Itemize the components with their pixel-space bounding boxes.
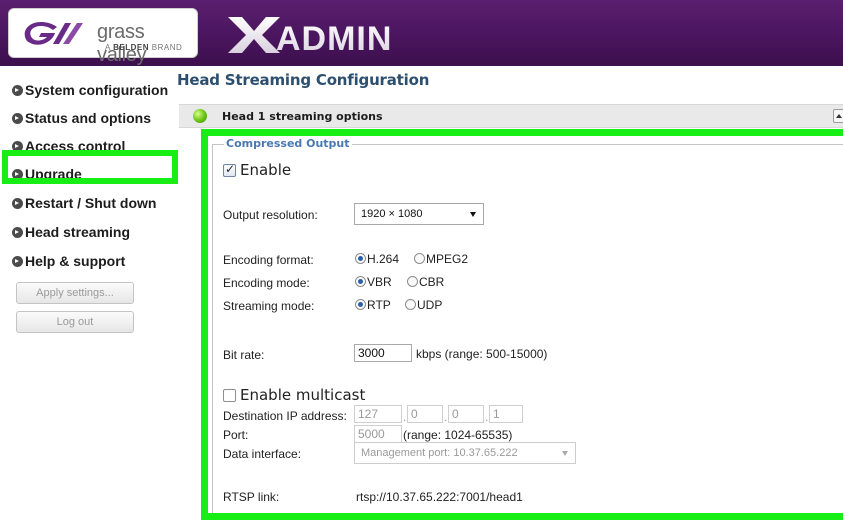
radio-rtp[interactable] — [355, 299, 366, 310]
port-input[interactable]: 5000 — [354, 425, 402, 443]
sidebar-item-label: System configuration — [25, 82, 169, 98]
ip-dot-separator: . — [403, 410, 407, 424]
sidebar-item-system-configuration[interactable]: System configuration — [12, 80, 168, 100]
destination-ip-label: Destination IP address: — [223, 409, 347, 423]
ip-octet-1-input[interactable]: 127 — [354, 405, 402, 423]
grass-valley-logo: grass valley A BELDEN BRAND — [8, 8, 198, 66]
sidebar-item-head-streaming[interactable]: Head streaming — [12, 222, 130, 242]
logout-button[interactable]: Log out — [16, 311, 134, 333]
sidebar-item-restart-shut-down[interactable]: Restart / Shut down — [12, 193, 156, 213]
ip-octet-3-input[interactable]: 0 — [448, 405, 484, 423]
app-header: grass valley A BELDEN BRAND ADMIN — [0, 0, 843, 66]
bullet-arrow-icon — [12, 197, 23, 209]
radio-cbr[interactable] — [407, 276, 418, 287]
radio-mpeg2-label: MPEG2 — [426, 252, 469, 266]
xadmin-logo: ADMIN — [228, 17, 392, 57]
bullet-arrow-icon — [12, 84, 23, 96]
section-title: Head 1 streaming options — [222, 110, 383, 123]
sidebar-item-status-and-options[interactable]: Status and options — [12, 108, 151, 128]
sidebar-item-label: Head streaming — [25, 224, 131, 240]
radio-udp[interactable] — [405, 299, 416, 310]
ip-dot-separator: . — [444, 410, 448, 424]
svg-text:ADMIN: ADMIN — [276, 20, 392, 57]
rtsp-link-label: RTSP link: — [223, 490, 280, 504]
rtsp-link-value: rtsp://10.37.65.222:7001/head1 — [356, 490, 523, 504]
bullet-arrow-icon — [12, 112, 23, 124]
chevron-down-icon — [562, 451, 568, 456]
green-status-dot-icon — [193, 109, 207, 123]
radio-vbr-label: VBR — [367, 275, 392, 289]
data-interface-label: Data interface: — [223, 447, 302, 461]
enable-checkbox[interactable] — [223, 162, 236, 177]
sidebar-item-label: Help & support — [25, 253, 126, 269]
bullet-arrow-icon — [12, 226, 23, 238]
output-resolution-label: Output resolution: — [223, 208, 318, 222]
bit-rate-unit: kbps (range: 500-15000) — [416, 347, 548, 361]
port-range: (range: 1024-65535) — [403, 428, 513, 442]
radio-mpeg2[interactable] — [414, 253, 425, 264]
radio-h264[interactable] — [355, 253, 366, 264]
grass-valley-logo-icon — [24, 22, 83, 45]
logo-subtitle: A BELDEN BRAND — [105, 43, 183, 52]
encoding-mode-label: Encoding mode: — [223, 276, 310, 290]
radio-vbr[interactable] — [355, 276, 366, 287]
data-interface-select[interactable]: Management port: 10.37.65.222 — [354, 442, 576, 464]
data-interface-value: Management port: 10.37.65.222 — [361, 447, 518, 459]
enable-multicast-checkbox[interactable] — [223, 389, 236, 402]
radio-rtp-label: RTP — [367, 298, 391, 312]
enable-multicast-label: Enable multicast — [240, 386, 366, 404]
collapse-icon[interactable] — [833, 109, 843, 123]
sidebar-item-label: Status and options — [25, 110, 151, 126]
radio-h264-label: H.264 — [367, 252, 400, 266]
ip-octet-2-input[interactable]: 0 — [407, 405, 443, 423]
sidebar-item-label: Restart / Shut down — [25, 195, 157, 211]
streaming-mode-label: Streaming mode: — [223, 299, 315, 313]
page-title: Head Streaming Configuration — [177, 71, 430, 89]
enable-label: Enable — [240, 161, 292, 179]
ip-octet-4-input[interactable]: 1 — [489, 405, 523, 423]
chevron-down-icon — [470, 212, 476, 217]
output-resolution-value: 1920 × 1080 — [361, 208, 423, 220]
sidebar-item-help-support[interactable]: Help & support — [12, 251, 125, 271]
encoding-format-label: Encoding format: — [223, 253, 314, 267]
radio-cbr-label: CBR — [419, 275, 445, 289]
apply-settings-button[interactable]: Apply settings... — [16, 282, 134, 304]
bit-rate-input[interactable]: 3000 — [354, 344, 412, 362]
selected-nav-highlight — [2, 150, 178, 184]
port-label: Port: — [223, 428, 249, 442]
bit-rate-label: Bit rate: — [223, 348, 265, 362]
bullet-arrow-icon — [12, 255, 23, 267]
radio-udp-label: UDP — [417, 298, 443, 312]
output-resolution-select[interactable]: 1920 × 1080 — [354, 203, 484, 225]
ip-dot-separator: . — [485, 410, 489, 424]
